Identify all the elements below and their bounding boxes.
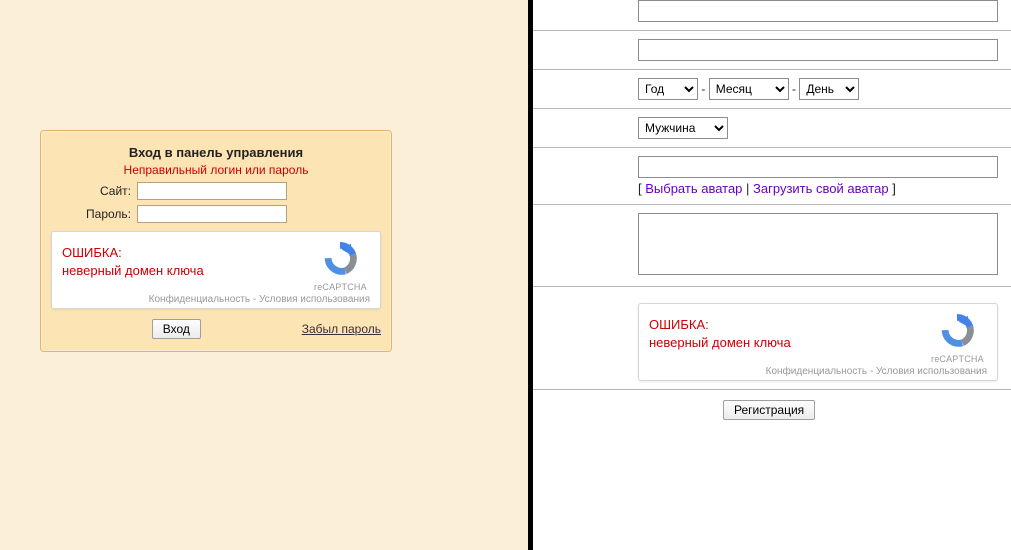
password-label: Пароль: — [51, 207, 131, 221]
captcha-footer-r: Конфиденциальность - Условия использован… — [649, 366, 987, 377]
captcha-terms[interactable]: Условия использования — [259, 294, 370, 305]
gender-select[interactable]: Мужчина — [638, 117, 728, 139]
captcha-privacy[interactable]: Конфиденциальность — [149, 294, 250, 305]
reg-row-textarea — [533, 205, 1011, 287]
recaptcha-label-r: reCAPTCHA — [931, 354, 983, 364]
recaptcha-icon — [323, 242, 357, 276]
recaptcha-label: reCAPTCHA — [314, 282, 366, 292]
site-label: Сайт: — [51, 184, 131, 198]
captcha-terms-r[interactable]: Условия использования — [876, 366, 987, 377]
captcha-privacy-r[interactable]: Конфиденциальность — [766, 366, 867, 377]
day-select[interactable]: День — [799, 78, 859, 100]
captcha-box-left: ОШИБКА: неверный домен ключа reCAPTCHA К… — [51, 231, 381, 309]
recaptcha-logo: reCAPTCHA — [314, 242, 366, 292]
registration-form: Год - Месяц - День Мужчина [ Выбрать ава… — [533, 0, 1011, 438]
month-select[interactable]: Месяц — [709, 78, 789, 100]
reg-row-avatar: [ Выбрать аватар | Загрузить свой аватар… — [533, 148, 1011, 205]
reg-row-input2 — [533, 31, 1011, 70]
year-select[interactable]: Год — [638, 78, 698, 100]
password-field-row: Пароль: — [51, 205, 381, 223]
captcha-footer: Конфиденциальность - Условия использован… — [62, 294, 370, 305]
site-field-row: Сайт: — [51, 182, 381, 200]
right-pane: Год - Месяц - День Мужчина [ Выбрать ава… — [533, 0, 1011, 550]
reg-input-2[interactable] — [638, 39, 998, 61]
reg-row-input1 — [533, 0, 1011, 31]
login-title: Вход в панель управления — [51, 145, 381, 160]
reg-row-birthdate: Год - Месяц - День — [533, 70, 1011, 109]
login-error: Неправильный логин или пароль — [51, 163, 381, 177]
choose-avatar-link[interactable]: Выбрать аватар — [645, 181, 742, 196]
recaptcha-icon — [940, 314, 974, 348]
login-actions: Вход Забыл пароль — [51, 319, 381, 339]
site-input[interactable] — [137, 182, 287, 200]
reg-row-gender: Мужчина — [533, 109, 1011, 148]
left-pane: Вход в панель управления Неправильный ло… — [0, 0, 528, 550]
reg-input-1[interactable] — [638, 0, 998, 22]
password-input[interactable] — [137, 205, 287, 223]
reg-row-submit: Регистрация — [533, 390, 1011, 438]
recaptcha-logo-r: reCAPTCHA — [931, 314, 983, 364]
register-button[interactable]: Регистрация — [723, 400, 815, 420]
reg-row-captcha: ОШИБКА: неверный домен ключа reCAPTCHA К… — [533, 287, 1011, 390]
captcha-box-right: ОШИБКА: неверный домен ключа reCAPTCHA К… — [638, 303, 998, 381]
avatar-links: [ Выбрать аватар | Загрузить свой аватар… — [638, 181, 1011, 196]
upload-avatar-link[interactable]: Загрузить свой аватар — [753, 181, 889, 196]
avatar-input[interactable] — [638, 156, 998, 178]
about-textarea[interactable] — [638, 213, 998, 275]
login-panel: Вход в панель управления Неправильный ло… — [40, 130, 392, 352]
forgot-password-link[interactable]: Забыл пароль — [302, 322, 381, 336]
login-button[interactable]: Вход — [152, 319, 201, 339]
